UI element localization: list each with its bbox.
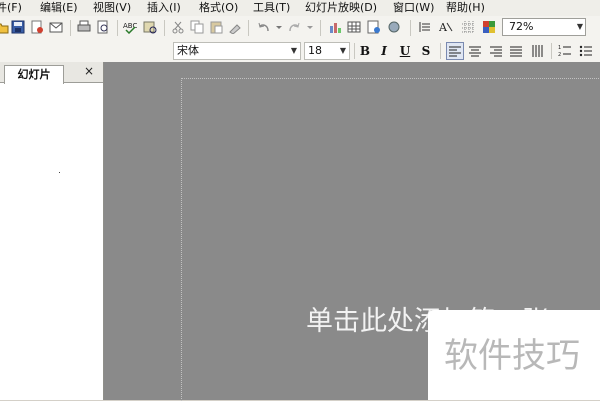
text-direction-icon[interactable] [529, 43, 545, 59]
zoom-value: 72% [509, 20, 534, 33]
align-left-icon[interactable] [446, 42, 464, 60]
email-icon[interactable] [48, 19, 64, 35]
formatting-toolbar: 宋体 ▼ 18 ▼ B I U S 12 [0, 40, 600, 63]
toolbar-separator [320, 20, 321, 36]
grid-icon[interactable] [460, 19, 476, 35]
font-name-dropdown[interactable]: 宋体 ▼ [173, 42, 301, 60]
svg-text:A: A [439, 21, 448, 34]
bullets-icon[interactable] [578, 43, 594, 59]
copy-icon[interactable] [189, 19, 205, 35]
spelling-icon[interactable]: ABC [122, 19, 138, 35]
permission-icon[interactable] [29, 19, 45, 35]
color-grayscale-icon[interactable] [481, 19, 497, 35]
chevron-down-icon: ▼ [339, 46, 346, 55]
pane-speck [59, 172, 60, 173]
menu-file[interactable]: 件(F) [0, 0, 22, 16]
show-formatting-icon[interactable]: A [438, 19, 454, 35]
undo-dropdown-icon[interactable] [271, 19, 287, 35]
format-painter-icon[interactable] [227, 19, 243, 35]
svg-text:2: 2 [558, 52, 561, 58]
menu-format[interactable]: 格式(O) [199, 0, 238, 16]
close-icon[interactable]: × [84, 64, 94, 78]
menu-window[interactable]: 窗口(W) [393, 0, 434, 16]
undo-icon[interactable] [256, 19, 272, 35]
font-size-value: 18 [308, 44, 322, 57]
menu-slideshow[interactable]: 幻灯片放映(D) [305, 0, 377, 16]
toolbar-separator [410, 20, 411, 36]
menu-view[interactable]: 视图(V) [93, 0, 131, 16]
insert-picture-icon[interactable] [386, 19, 402, 35]
shadow-button[interactable]: S [418, 43, 434, 59]
font-name-value: 宋体 [177, 44, 199, 57]
bold-button[interactable]: B [357, 43, 373, 59]
pane-tab-strip: 幻灯片 × [0, 62, 103, 84]
menu-tools[interactable]: 工具(T) [253, 0, 290, 16]
chevron-down-icon: ▼ [576, 22, 583, 31]
expand-all-icon[interactable] [417, 19, 433, 35]
toolbar-separator [354, 43, 355, 59]
paste-icon[interactable] [208, 19, 224, 35]
italic-button[interactable]: I [376, 43, 392, 59]
zoom-dropdown[interactable]: 72% ▼ [502, 18, 586, 36]
save-icon[interactable] [10, 19, 26, 35]
menu-help[interactable]: 帮助(H) [446, 0, 485, 16]
insert-hyperlink-icon[interactable] [366, 19, 382, 35]
menu-insert[interactable]: 插入(I) [147, 0, 181, 16]
slides-pane: 幻灯片 × [0, 62, 104, 400]
watermark-badge: 软件技巧 [428, 310, 600, 400]
svg-text:ABC: ABC [123, 22, 137, 30]
numbering-icon[interactable]: 12 [557, 43, 573, 59]
print-icon[interactable] [76, 19, 92, 35]
distribute-text-icon[interactable] [508, 43, 524, 59]
chevron-down-icon: ▼ [290, 46, 297, 55]
research-icon[interactable] [142, 19, 158, 35]
open-icon[interactable] [0, 19, 10, 35]
toolbar-separator [440, 43, 441, 59]
svg-text:1: 1 [558, 45, 561, 51]
tab-slides[interactable]: 幻灯片 [4, 65, 64, 84]
watermark-text: 软件技巧 [444, 336, 580, 376]
toolbar-separator [164, 20, 165, 36]
toolbar-separator [117, 20, 118, 36]
menu-edit[interactable]: 编辑(E) [40, 0, 78, 16]
print-preview-icon[interactable] [95, 19, 111, 35]
standard-toolbar: ABC A 72% ▼ [0, 16, 600, 41]
toolbar-separator [70, 20, 71, 36]
redo-icon[interactable] [286, 19, 302, 35]
align-right-icon[interactable] [488, 43, 504, 59]
insert-chart-icon[interactable] [327, 19, 343, 35]
font-size-dropdown[interactable]: 18 ▼ [304, 42, 350, 60]
toolbar-separator [551, 43, 552, 59]
insert-table-icon[interactable] [346, 19, 362, 35]
underline-button[interactable]: U [397, 43, 413, 59]
cut-icon[interactable] [170, 19, 186, 35]
toolbar-separator [248, 20, 249, 36]
redo-dropdown-icon[interactable] [302, 19, 318, 35]
menu-bar: 件(F) 编辑(E) 视图(V) 插入(I) 格式(O) 工具(T) 幻灯片放映… [0, 0, 600, 17]
align-center-icon[interactable] [467, 43, 483, 59]
